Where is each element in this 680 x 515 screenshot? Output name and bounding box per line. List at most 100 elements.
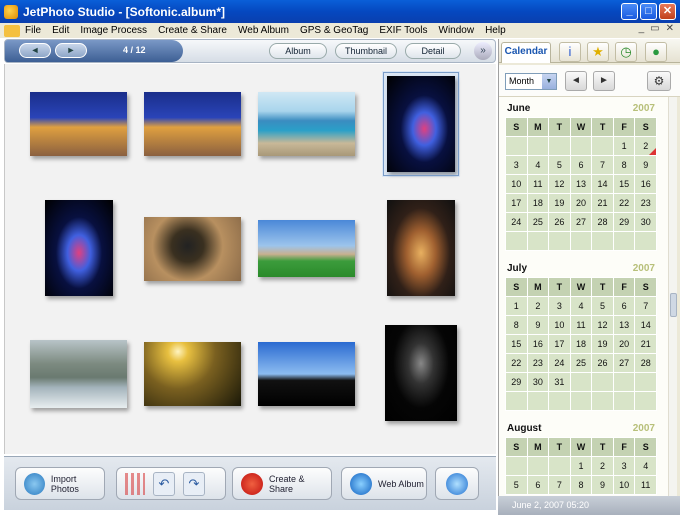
calendar-day[interactable]: 16 [527,335,550,354]
menu-image-process[interactable]: Image Process [75,25,153,36]
website-button[interactable] [435,467,479,500]
star-icon[interactable]: ★ [587,42,609,62]
menu-exif-tools[interactable]: EXIF Tools [374,25,433,36]
prev-month-button[interactable]: ◄ [565,71,587,91]
menu-file[interactable]: File [20,25,47,36]
prev-page-button[interactable]: ◄ [19,43,51,58]
clock-icon[interactable]: ◷ [615,42,637,62]
calendar-day[interactable]: 12 [549,175,571,194]
calendar-day[interactable]: 4 [570,297,593,316]
select-grid-icon[interactable] [125,472,145,495]
photo-thumbnail[interactable] [144,217,241,281]
photo-thumbnail[interactable] [385,325,457,421]
calendar-day[interactable]: 9 [592,476,614,495]
rotate-left-icon[interactable]: ↶ [153,471,175,496]
globe-tab-icon[interactable]: ● [645,42,667,62]
menu-gps-geotag[interactable]: GPS & GeoTag [295,25,374,36]
minimize-button[interactable]: _ [621,3,638,20]
info-icon[interactable]: i [559,42,581,62]
calendar-day[interactable]: 29 [506,373,528,392]
rotate-right-icon[interactable]: ↷ [183,471,205,496]
calendar-day[interactable]: 6 [613,297,636,316]
thumbnail-view-button[interactable]: Thumbnail [335,43,397,59]
import-photos-button[interactable]: Import Photos [15,467,105,500]
calendar-day[interactable]: 13 [570,175,593,194]
photo-thumbnail[interactable] [30,92,127,156]
calendar-day[interactable]: 19 [549,194,571,213]
calendar-day[interactable]: 23 [527,354,550,373]
calendar-day[interactable]: 16 [635,175,657,194]
calendar-day[interactable]: 2 [592,457,614,476]
calendar-day[interactable]: 26 [592,354,614,373]
calendar-day[interactable]: 17 [506,194,528,213]
calendar-day[interactable]: 28 [635,354,657,373]
calendar-day[interactable]: 10 [549,316,571,335]
calendar-day[interactable]: 13 [613,316,636,335]
calendar-day[interactable]: 14 [592,175,614,194]
photo-thumbnail[interactable] [144,342,241,406]
maximize-button[interactable]: □ [640,3,657,20]
calendar-day[interactable]: 24 [549,354,571,373]
calendar-day[interactable]: 9 [527,316,550,335]
calendar-day[interactable]: 1 [506,297,528,316]
calendar-day[interactable]: 19 [592,335,614,354]
calendar-day[interactable]: 18 [570,335,593,354]
calendar-day[interactable]: 26 [549,213,571,232]
calendar-day[interactable]: 17 [549,335,571,354]
expand-toolbar-button[interactable]: » [474,42,492,60]
calendar-day[interactable]: 5 [506,476,528,495]
calendar-day[interactable]: 3 [506,156,528,175]
calendar-day[interactable]: 28 [592,213,614,232]
calendar-day[interactable]: 2 [527,297,550,316]
menu-window[interactable]: Window [434,25,481,36]
calendar-day[interactable]: 22 [506,354,528,373]
mdi-close-button[interactable]: ✕ [666,23,674,34]
mdi-restore-button[interactable]: ▭ [650,23,659,34]
calendar-day[interactable]: 7 [635,297,657,316]
calendar-day[interactable]: 9 [635,156,657,175]
calendar-day[interactable]: 25 [570,354,593,373]
calendar-day[interactable]: 10 [506,175,528,194]
calendar-day[interactable]: 5 [592,297,614,316]
calendar-day[interactable]: 22 [613,194,636,213]
calendar-day[interactable]: 6 [570,156,593,175]
calendar-day[interactable]: 1 [613,137,636,156]
photo-thumbnail-selected[interactable] [383,72,459,176]
create-share-button[interactable]: Create & Share [232,467,332,500]
calendar-day[interactable]: 18 [527,194,550,213]
next-month-button[interactable]: ► [593,71,615,91]
calendar-day[interactable]: 30 [635,213,657,232]
calendar-day[interactable]: 8 [506,316,528,335]
calendar-day[interactable]: 4 [527,156,550,175]
calendar-day[interactable]: 21 [635,335,657,354]
calendar-day[interactable]: 7 [549,476,571,495]
calendar-day[interactable]: 3 [549,297,571,316]
next-page-button[interactable]: ► [55,43,87,58]
photo-thumbnail[interactable] [45,200,113,296]
view-mode-select[interactable]: Month ▼ [505,73,557,90]
calendar-day[interactable]: 27 [570,213,593,232]
calendar-day[interactable]: 25 [527,213,550,232]
detail-view-button[interactable]: Detail [405,43,461,59]
calendar-day[interactable]: 5 [549,156,571,175]
calendar-day[interactable]: 7 [592,156,614,175]
calendar-day[interactable]: 6 [527,476,550,495]
calendar-day[interactable]: 30 [527,373,550,392]
menu-create-share[interactable]: Create & Share [153,25,233,36]
calendar-day[interactable]: 1 [570,457,593,476]
calendar-day[interactable]: 14 [635,316,657,335]
photo-thumbnail[interactable] [30,340,127,408]
calendar-day[interactable]: 29 [613,213,636,232]
calendar-day[interactable]: 11 [635,476,657,495]
calendar-day[interactable]: 8 [613,156,636,175]
calendar-day[interactable]: 12 [592,316,614,335]
calendar-day[interactable]: 21 [592,194,614,213]
calendar-day[interactable]: 31 [549,373,571,392]
calendar-scrollbar[interactable] [668,97,677,497]
calendar-day[interactable]: 15 [613,175,636,194]
mdi-minimize-button[interactable]: _ [639,23,645,34]
calendar-day[interactable]: 10 [613,476,636,495]
calendar-day[interactable]: 20 [570,194,593,213]
menu-help[interactable]: Help [480,25,512,36]
calendar-day[interactable]: 3 [613,457,636,476]
